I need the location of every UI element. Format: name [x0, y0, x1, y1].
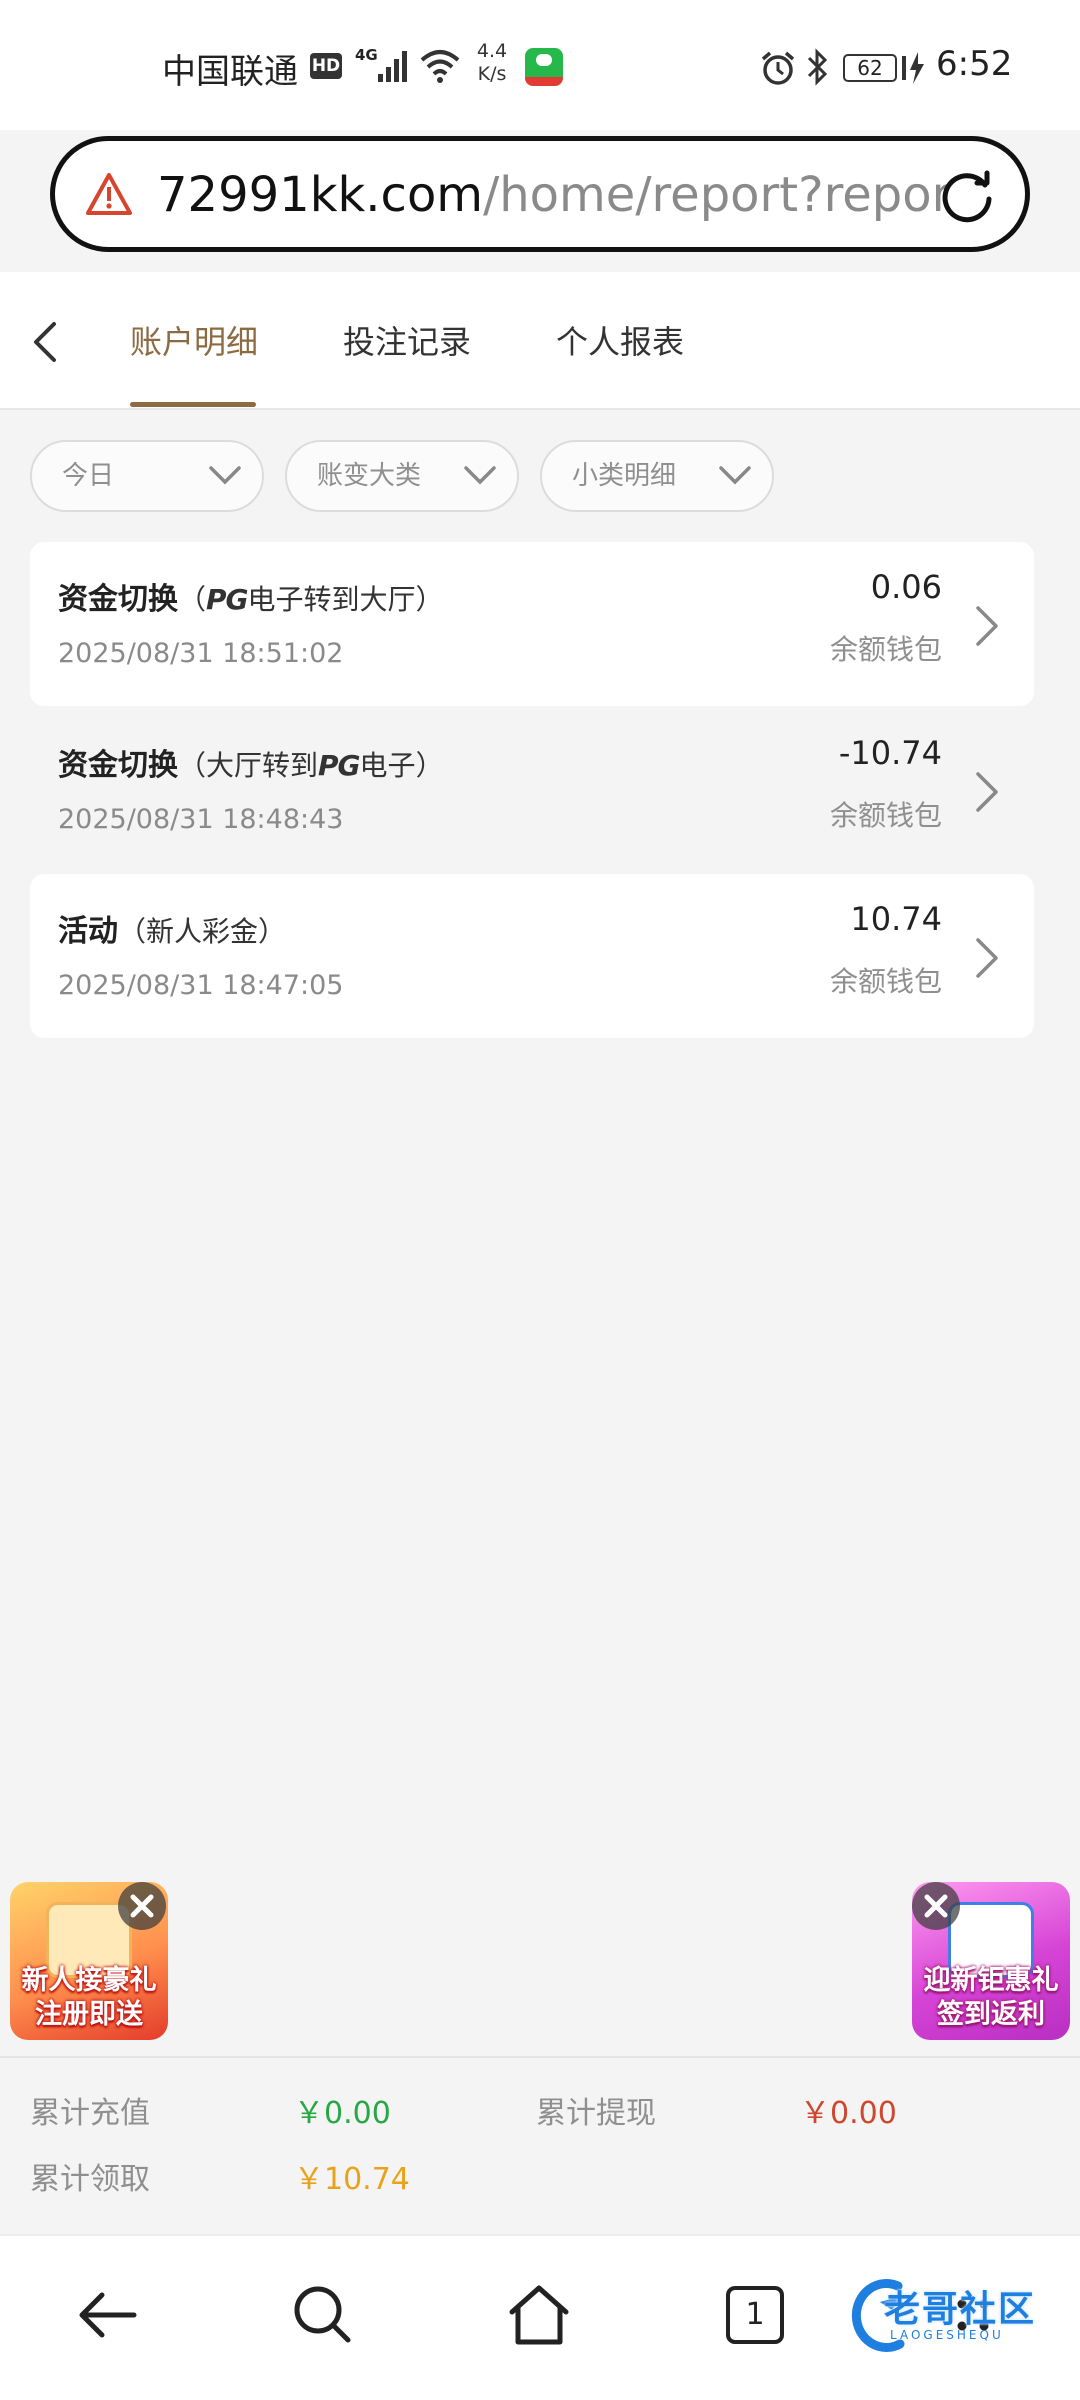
promo-left-close-button[interactable]: [118, 1882, 166, 1930]
speed-value: 4.4: [476, 40, 508, 62]
transaction-detail: （大厅转到PG电子）: [178, 749, 444, 782]
transaction-wallet: 余额钱包: [829, 633, 942, 666]
wifi-icon: [420, 50, 460, 83]
detail-text-b: 电子: [359, 749, 416, 782]
speed-unit: K/s: [477, 63, 507, 85]
clock: 6:52: [936, 44, 1013, 84]
detail-text-a: 新人彩金: [146, 915, 259, 948]
detail-paren-open: （: [178, 749, 207, 782]
watermark-text: 老哥社区: [884, 2289, 1037, 2330]
pg-logo: PG: [206, 583, 249, 616]
transaction-title: 活动（新人彩金）: [58, 906, 286, 950]
total-deposit-label: 累计充值: [30, 2096, 150, 2131]
browser-bottom-nav: 1 老哥社区 LAOGESHEQU: [0, 2234, 1080, 2400]
status-bar: 中国联通 HD 4G 4.4 K/s 62 6:52: [0, 0, 1080, 130]
chevron-down-icon: [209, 466, 241, 485]
tab-personal-report[interactable]: 个人报表: [556, 322, 684, 362]
transaction-row[interactable]: 资金切换（PG电子转到大厅） 2025/08/31 18:51:02 0.06 …: [30, 542, 1034, 706]
total-withdraw-value: ￥0.00: [800, 2096, 897, 2131]
transaction-type: 活动: [58, 914, 118, 949]
total-claimed-label: 累计领取: [30, 2162, 150, 2197]
home-icon[interactable]: [506, 2282, 572, 2348]
tab-account-details[interactable]: 账户明细: [130, 322, 258, 362]
filter-date-label: 今日: [62, 461, 115, 491]
filter-subcategory[interactable]: 小类明细: [540, 440, 774, 512]
transaction-amount: 10.74: [850, 900, 942, 938]
bluetooth-icon: [807, 48, 828, 86]
transaction-title: 资金切换（PG电子转到大厅）: [58, 574, 444, 618]
filter-subcategory-label: 小类明细: [572, 461, 677, 491]
tab-header: 账户明细 投注记录 个人报表: [0, 272, 1080, 410]
transaction-detail: （新人彩金）: [118, 915, 286, 948]
promo-left-line1: 新人接豪礼: [21, 1965, 157, 1996]
summary-panel: 累计充值 ￥0.00 累计提现 ￥0.00 累计领取 ￥10.74: [0, 2056, 1080, 2234]
promo-right-line1: 迎新钜惠礼: [923, 1965, 1059, 1996]
warning-icon[interactable]: [85, 171, 133, 217]
carrier-label: 中国联通: [162, 52, 298, 92]
total-deposit-value: ￥0.00: [294, 2096, 391, 2131]
transaction-type: 资金切换: [58, 748, 178, 783]
transaction-amount: 0.06: [870, 568, 942, 606]
chevron-down-icon: [464, 466, 496, 485]
close-icon: [130, 1894, 154, 1918]
transaction-type: 资金切换: [58, 582, 178, 617]
detail-paren-open: （: [118, 915, 147, 948]
detail-text-a: 大厅转到: [206, 749, 319, 782]
transaction-title: 资金切换（大厅转到PG电子）: [58, 740, 444, 784]
transaction-amount: -10.74: [838, 734, 942, 772]
transaction-time: 2025/08/31 18:47:05: [58, 970, 344, 1001]
network-speed: 4.4 K/s: [472, 40, 512, 86]
watermark-logo: 老哥社区 LAOGESHEQU: [840, 2262, 1074, 2372]
signal-icon: [378, 51, 407, 82]
detail-paren-close: ）: [415, 749, 444, 782]
reload-icon[interactable]: [937, 165, 997, 225]
filter-category[interactable]: 账变大类: [285, 440, 519, 512]
chevron-right-icon: [976, 938, 998, 978]
transaction-time: 2025/08/31 18:51:02: [58, 638, 344, 669]
network-type: 4G: [355, 46, 378, 64]
transaction-wallet: 余额钱包: [829, 965, 942, 998]
promo-right-line2: 签到返利: [937, 1999, 1045, 2030]
chevron-right-icon: [976, 772, 998, 812]
transaction-wallet: 余额钱包: [829, 799, 942, 832]
url-domain: 72991kk.com: [157, 167, 484, 223]
filter-date[interactable]: 今日: [30, 440, 264, 512]
chevron-down-icon: [719, 466, 751, 485]
detail-paren-close: ）: [258, 915, 287, 948]
charging-icon: [902, 52, 924, 84]
watermark-subtext: LAOGESHEQU: [890, 2328, 1004, 2342]
transaction-row[interactable]: 资金切换（大厅转到PG电子） 2025/08/31 18:48:43 -10.7…: [30, 708, 1034, 872]
total-withdraw-label: 累计提现: [536, 2096, 656, 2131]
transaction-detail: （PG电子转到大厅）: [178, 583, 444, 616]
tabs-count-button[interactable]: 1: [726, 2286, 784, 2344]
back-arrow-icon[interactable]: [30, 320, 60, 364]
active-tab-indicator: [130, 402, 256, 407]
url-text[interactable]: 72991kk.com/home/report?report: [157, 165, 947, 225]
battery-indicator: 62: [843, 54, 897, 82]
alarm-icon: [761, 51, 795, 85]
hd-badge: HD: [310, 53, 342, 79]
transaction-row[interactable]: 活动（新人彩金） 2025/08/31 18:47:05 10.74 余额钱包: [30, 874, 1034, 1038]
promo-right-close-button[interactable]: [912, 1882, 960, 1930]
screen: 中国联通 HD 4G 4.4 K/s 62 6:52 72991kk.com/h…: [0, 0, 1080, 2400]
pg-logo: PG: [318, 749, 361, 782]
chevron-right-icon: [976, 606, 998, 646]
url-path: /home/report?report: [483, 167, 947, 223]
close-icon: [924, 1894, 948, 1918]
app-notification-icon: [525, 48, 563, 86]
detail-paren-open: （: [178, 583, 207, 616]
tab-bet-records[interactable]: 投注记录: [343, 322, 471, 362]
detail-paren-close: ）: [415, 583, 444, 616]
back-arrow-icon[interactable]: [74, 2282, 140, 2348]
promo-left-line2: 注册即送: [35, 1999, 143, 2030]
search-icon[interactable]: [290, 2282, 356, 2348]
detail-text-b: 电子转到大厅: [247, 583, 416, 616]
address-bar[interactable]: 72991kk.com/home/report?report: [50, 136, 1030, 252]
filter-category-label: 账变大类: [317, 461, 422, 491]
transaction-time: 2025/08/31 18:48:43: [58, 804, 344, 835]
total-claimed-value: ￥10.74: [294, 2162, 410, 2197]
